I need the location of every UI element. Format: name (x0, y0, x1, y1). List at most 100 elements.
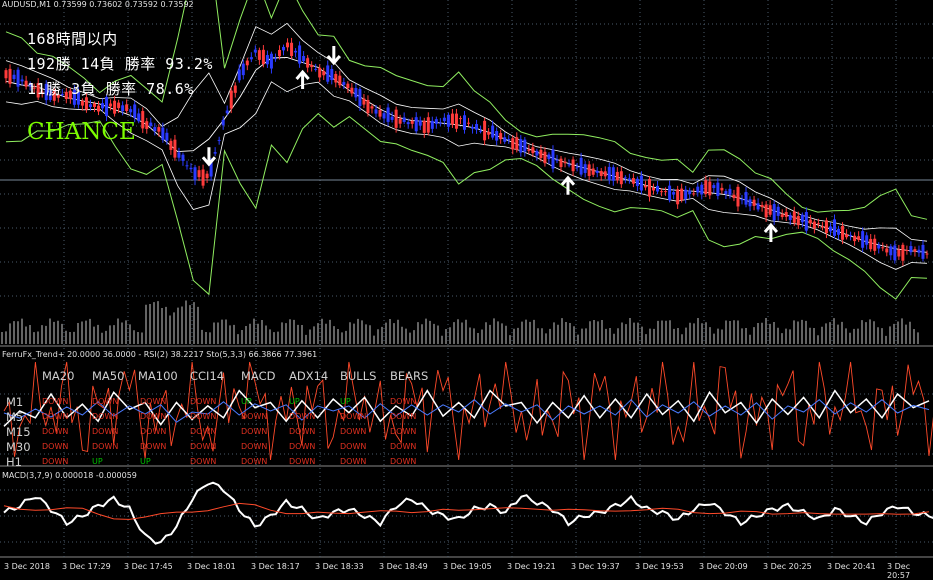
candle-body (153, 127, 157, 132)
candle-body (495, 131, 499, 141)
candle-body (732, 194, 736, 199)
candle-body (253, 49, 257, 53)
candle-body (257, 50, 261, 60)
candle-body (680, 188, 684, 201)
candle-body (897, 249, 901, 257)
candle-body (422, 120, 426, 133)
candle-body (282, 46, 286, 51)
candle-body (507, 139, 511, 141)
candle-body (48, 90, 52, 100)
candle-body (354, 88, 358, 98)
candle-body (909, 246, 913, 253)
candle-body (555, 159, 559, 161)
candle-body (664, 191, 668, 193)
candle-body (547, 154, 551, 159)
candle-body (519, 139, 523, 153)
candle-body (386, 107, 390, 122)
candle-body (881, 247, 885, 249)
candle-body (442, 117, 446, 122)
candle-body (117, 102, 121, 109)
candle-body (157, 127, 161, 132)
candle-body (704, 180, 708, 195)
candle-body (647, 178, 651, 197)
candle-body (752, 199, 756, 206)
candle-body (277, 49, 281, 57)
candle-body (760, 205, 764, 208)
candle-body (56, 94, 60, 98)
candle-body (676, 189, 680, 205)
chart-window (0, 0, 933, 575)
candle-body (467, 122, 471, 124)
candle-body (736, 186, 740, 207)
candle-body (885, 248, 889, 253)
candle-body (462, 115, 466, 130)
candle-body (109, 103, 113, 107)
candle-body (543, 151, 547, 164)
candle-body (539, 149, 543, 159)
candle-body (776, 206, 780, 216)
candle-body (382, 113, 386, 119)
candle-body (824, 220, 828, 234)
candle-body (901, 244, 905, 261)
candle-body (92, 103, 96, 107)
candle-body (591, 168, 595, 175)
candle-body (780, 214, 784, 218)
candle-body (217, 139, 221, 141)
candle-body (631, 178, 635, 184)
candle-body (627, 178, 631, 181)
candle-body (768, 205, 772, 215)
candle-body (531, 147, 535, 154)
candle-body (873, 238, 877, 251)
candle-body (800, 214, 804, 223)
candle-body (40, 91, 44, 93)
candle-body (849, 235, 853, 237)
candle-body (450, 113, 454, 125)
band-outer-lower (5, 112, 928, 300)
candle-body (36, 83, 40, 98)
candle-body (567, 164, 571, 166)
candle-body (28, 84, 32, 86)
candle-body (374, 109, 378, 114)
candle-body (290, 42, 294, 57)
candle-body (483, 120, 487, 141)
candle-body (181, 154, 185, 161)
candle-body (169, 140, 173, 150)
candle-body (237, 69, 241, 81)
candle-body (820, 226, 824, 228)
candle-body (712, 185, 716, 189)
candle-body (812, 221, 816, 229)
candle-body (772, 204, 776, 221)
candle-body (720, 187, 724, 191)
price-chart (0, 0, 933, 558)
candle-body (652, 187, 656, 191)
candle-body (788, 215, 792, 220)
candle-body (696, 186, 700, 193)
candle-body (145, 121, 149, 129)
band-outer-upper (5, 0, 928, 220)
candle-body (137, 113, 141, 122)
candle-body (20, 79, 24, 82)
candle-body (804, 212, 808, 231)
candle-body (398, 118, 402, 124)
candle-body (623, 177, 627, 179)
candle-body (724, 191, 728, 195)
candle-body (668, 185, 672, 201)
candle-body (784, 212, 788, 217)
candle-body (692, 193, 696, 195)
stoch-main-line (3, 389, 930, 427)
candle-body (225, 110, 229, 114)
candle-body (853, 235, 857, 242)
candle-body (418, 120, 422, 126)
candle-body (792, 211, 796, 223)
candle-body (64, 91, 68, 100)
candle-body (121, 105, 125, 112)
candle-body (294, 50, 298, 53)
candle-body (656, 185, 660, 192)
candle-body (76, 91, 80, 105)
candle-body (660, 191, 664, 193)
candle-body (286, 42, 290, 48)
candle-body (4, 70, 8, 79)
candle-body (438, 122, 442, 124)
candle-body (893, 245, 897, 261)
candle-body (869, 238, 873, 250)
